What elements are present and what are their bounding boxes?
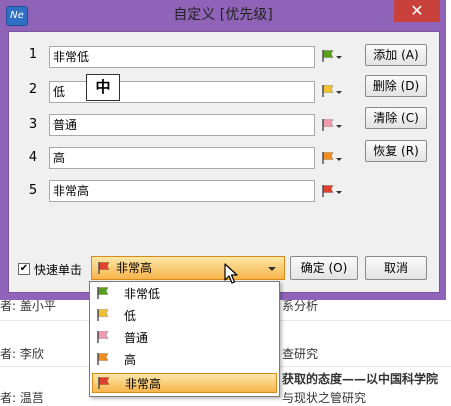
flag-icon: [97, 331, 109, 343]
row-number: 1: [28, 47, 38, 62]
cancel-button[interactable]: 取消: [365, 256, 427, 280]
restore-button[interactable]: 恢复 (R): [365, 140, 427, 162]
priority-name-field[interactable]: 非常高: [49, 180, 315, 202]
priority-name-field[interactable]: 非常低: [49, 46, 315, 68]
dialog-client: 1 非常低 2 低 3 普通 4 高 5 非常高 添加 (A) 删除 (D) 清…: [8, 31, 440, 293]
flag-icon: [97, 287, 109, 299]
flag-icon: [322, 85, 334, 97]
priority-dropdown-list: 非常低 低 普通 高 非常高: [89, 281, 280, 397]
quick-click-checkbox[interactable]: ✔: [18, 263, 30, 275]
chevron-down-icon: [336, 158, 342, 161]
flag-picker[interactable]: [321, 47, 343, 67]
combo-selected-value: 非常高: [116, 261, 153, 275]
dialog-title: 自定义 [优先级]: [173, 7, 273, 23]
bg-row-2-left: 者: 温莒: [0, 391, 44, 405]
flag-icon: [97, 309, 109, 321]
mouse-cursor-icon: [224, 263, 238, 284]
quick-click-label[interactable]: 快速单击: [34, 261, 82, 278]
priority-dialog: Ne 自定义 [优先级] ✕ 1 非常低 2 低 3 普通 4 高 5 非常高 …: [0, 0, 446, 300]
flag-picker[interactable]: [321, 82, 343, 102]
flag-icon: [322, 119, 334, 131]
default-priority-combo[interactable]: 非常高: [91, 256, 285, 280]
row-number: 4: [28, 150, 38, 165]
bg-row-1-left: 者: 李欣: [0, 347, 44, 361]
dropdown-option[interactable]: 高: [92, 350, 277, 370]
row-number: 3: [28, 117, 38, 132]
chevron-down-icon: [336, 125, 342, 128]
row-number: 2: [28, 82, 38, 97]
title-bar[interactable]: Ne 自定义 [优先级] ✕: [0, 0, 446, 30]
dropdown-option-label: 非常低: [124, 287, 161, 301]
dropdown-option-selected[interactable]: 非常高: [92, 373, 277, 393]
chevron-down-icon: [336, 91, 342, 94]
flag-icon: [322, 50, 334, 62]
flag-picker[interactable]: [321, 149, 343, 169]
clear-button[interactable]: 清除 (C): [365, 107, 427, 129]
chevron-down-icon: [336, 56, 342, 59]
dropdown-option-label: 高: [124, 353, 137, 367]
dropdown-option[interactable]: 低: [92, 306, 277, 326]
bg-row-2-right2: 与现状之管研究: [282, 391, 367, 405]
chevron-down-icon: [336, 191, 342, 194]
ime-indicator: 中: [86, 74, 120, 101]
flag-icon: [98, 377, 110, 389]
flag-icon: [322, 185, 334, 197]
row-number: 5: [28, 183, 38, 198]
ok-button[interactable]: 确定 (O): [290, 256, 358, 280]
bg-row-1-right: 查研究: [282, 347, 319, 361]
add-button[interactable]: 添加 (A): [365, 44, 427, 66]
bg-row-2-right: 获取的态度——以中国科学院: [282, 372, 439, 386]
close-icon: ✕: [410, 1, 424, 20]
dropdown-option-label: 低: [124, 309, 137, 323]
dropdown-option-label: 非常高: [125, 377, 162, 391]
flag-picker[interactable]: [321, 116, 343, 136]
delete-button[interactable]: 删除 (D): [365, 75, 427, 97]
dropdown-option[interactable]: 普通: [92, 328, 277, 348]
close-button[interactable]: ✕: [394, 0, 440, 22]
flag-icon: [98, 262, 110, 274]
priority-name-field[interactable]: 普通: [49, 114, 315, 136]
dropdown-option-label: 普通: [124, 331, 149, 345]
flag-icon: [322, 152, 334, 164]
chevron-down-icon: [268, 267, 276, 271]
dropdown-option[interactable]: 非常低: [92, 284, 277, 304]
priority-name-field[interactable]: 高: [49, 147, 315, 169]
flag-icon: [97, 353, 109, 365]
flag-picker[interactable]: [321, 182, 343, 202]
